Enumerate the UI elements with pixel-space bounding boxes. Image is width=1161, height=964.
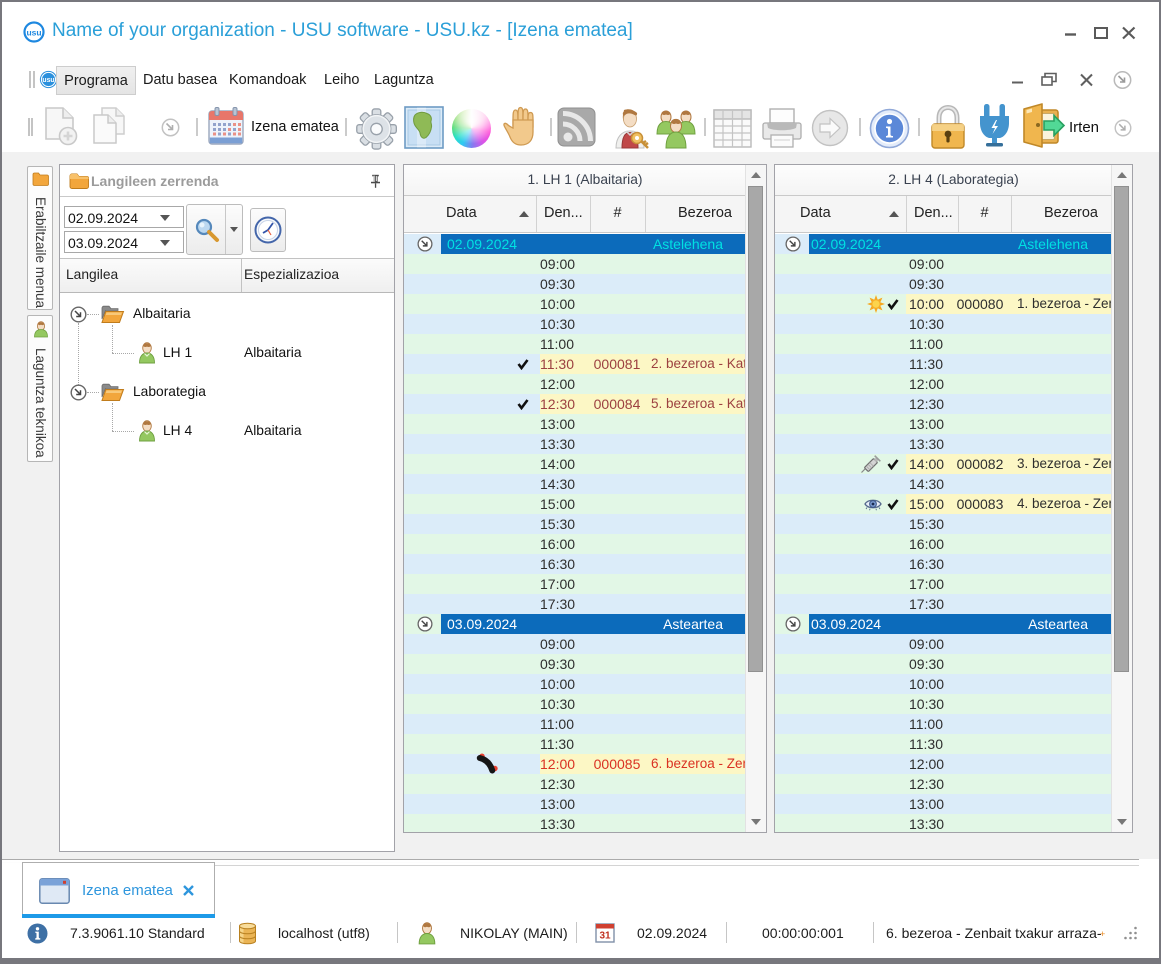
svg-text:usu: usu bbox=[42, 77, 54, 84]
svg-text:31: 31 bbox=[599, 931, 611, 942]
svg-text:usu: usu bbox=[26, 28, 41, 38]
